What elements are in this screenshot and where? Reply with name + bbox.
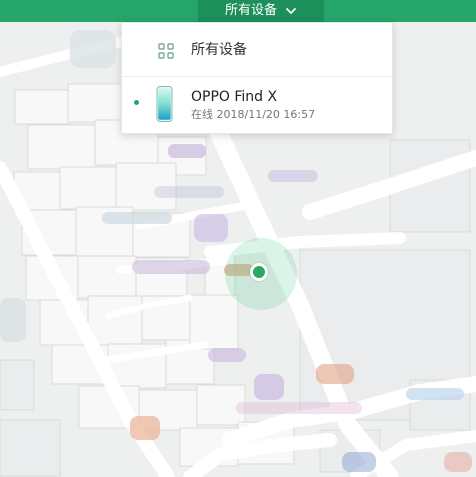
device-dropdown-menu: 所有设备 OPPO Find X 在线 2018/11/20 16:57 — [121, 22, 393, 134]
grid-icon — [158, 43, 174, 59]
chevron-down-icon — [286, 8, 296, 14]
poi-label — [154, 186, 224, 198]
poi-label — [130, 416, 160, 440]
poi-label — [70, 30, 116, 68]
poi-label — [194, 214, 228, 242]
current-location-marker[interactable] — [250, 263, 268, 281]
phone-icon — [156, 86, 173, 122]
poi-label — [102, 212, 172, 224]
device-name: OPPO Find X — [191, 89, 278, 105]
poi-label — [444, 452, 472, 472]
poi-label — [236, 402, 362, 414]
poi-label — [342, 452, 376, 472]
poi-label — [406, 388, 464, 400]
device-selector-button[interactable]: 所有设备 — [198, 0, 324, 22]
poi-label — [168, 144, 206, 158]
poi-label — [268, 170, 318, 182]
map-building — [59, 166, 117, 210]
poi-label — [316, 364, 354, 384]
all-devices-label: 所有设备 — [191, 42, 247, 58]
device-status: 在线 2018/11/20 16:57 — [191, 108, 316, 121]
poi-label — [208, 348, 246, 362]
find-device-screen: 所有设备 所有设备 OPPO Find X 在线 2018/11/20 16:5… — [0, 0, 476, 477]
map-building — [0, 419, 61, 477]
map-building — [77, 255, 137, 299]
device-selector-label: 所有设备 — [224, 3, 277, 18]
map-building — [27, 124, 97, 170]
map-building — [0, 359, 35, 411]
poi-label — [132, 260, 210, 274]
menu-item-all-devices[interactable]: 所有设备 — [122, 23, 392, 77]
poi-label — [254, 374, 284, 400]
menu-item-device[interactable]: OPPO Find X 在线 2018/11/20 16:57 — [122, 77, 392, 135]
poi-label — [0, 298, 26, 342]
map-building — [189, 294, 239, 350]
map-building — [14, 89, 71, 125]
selected-indicator — [134, 100, 139, 105]
